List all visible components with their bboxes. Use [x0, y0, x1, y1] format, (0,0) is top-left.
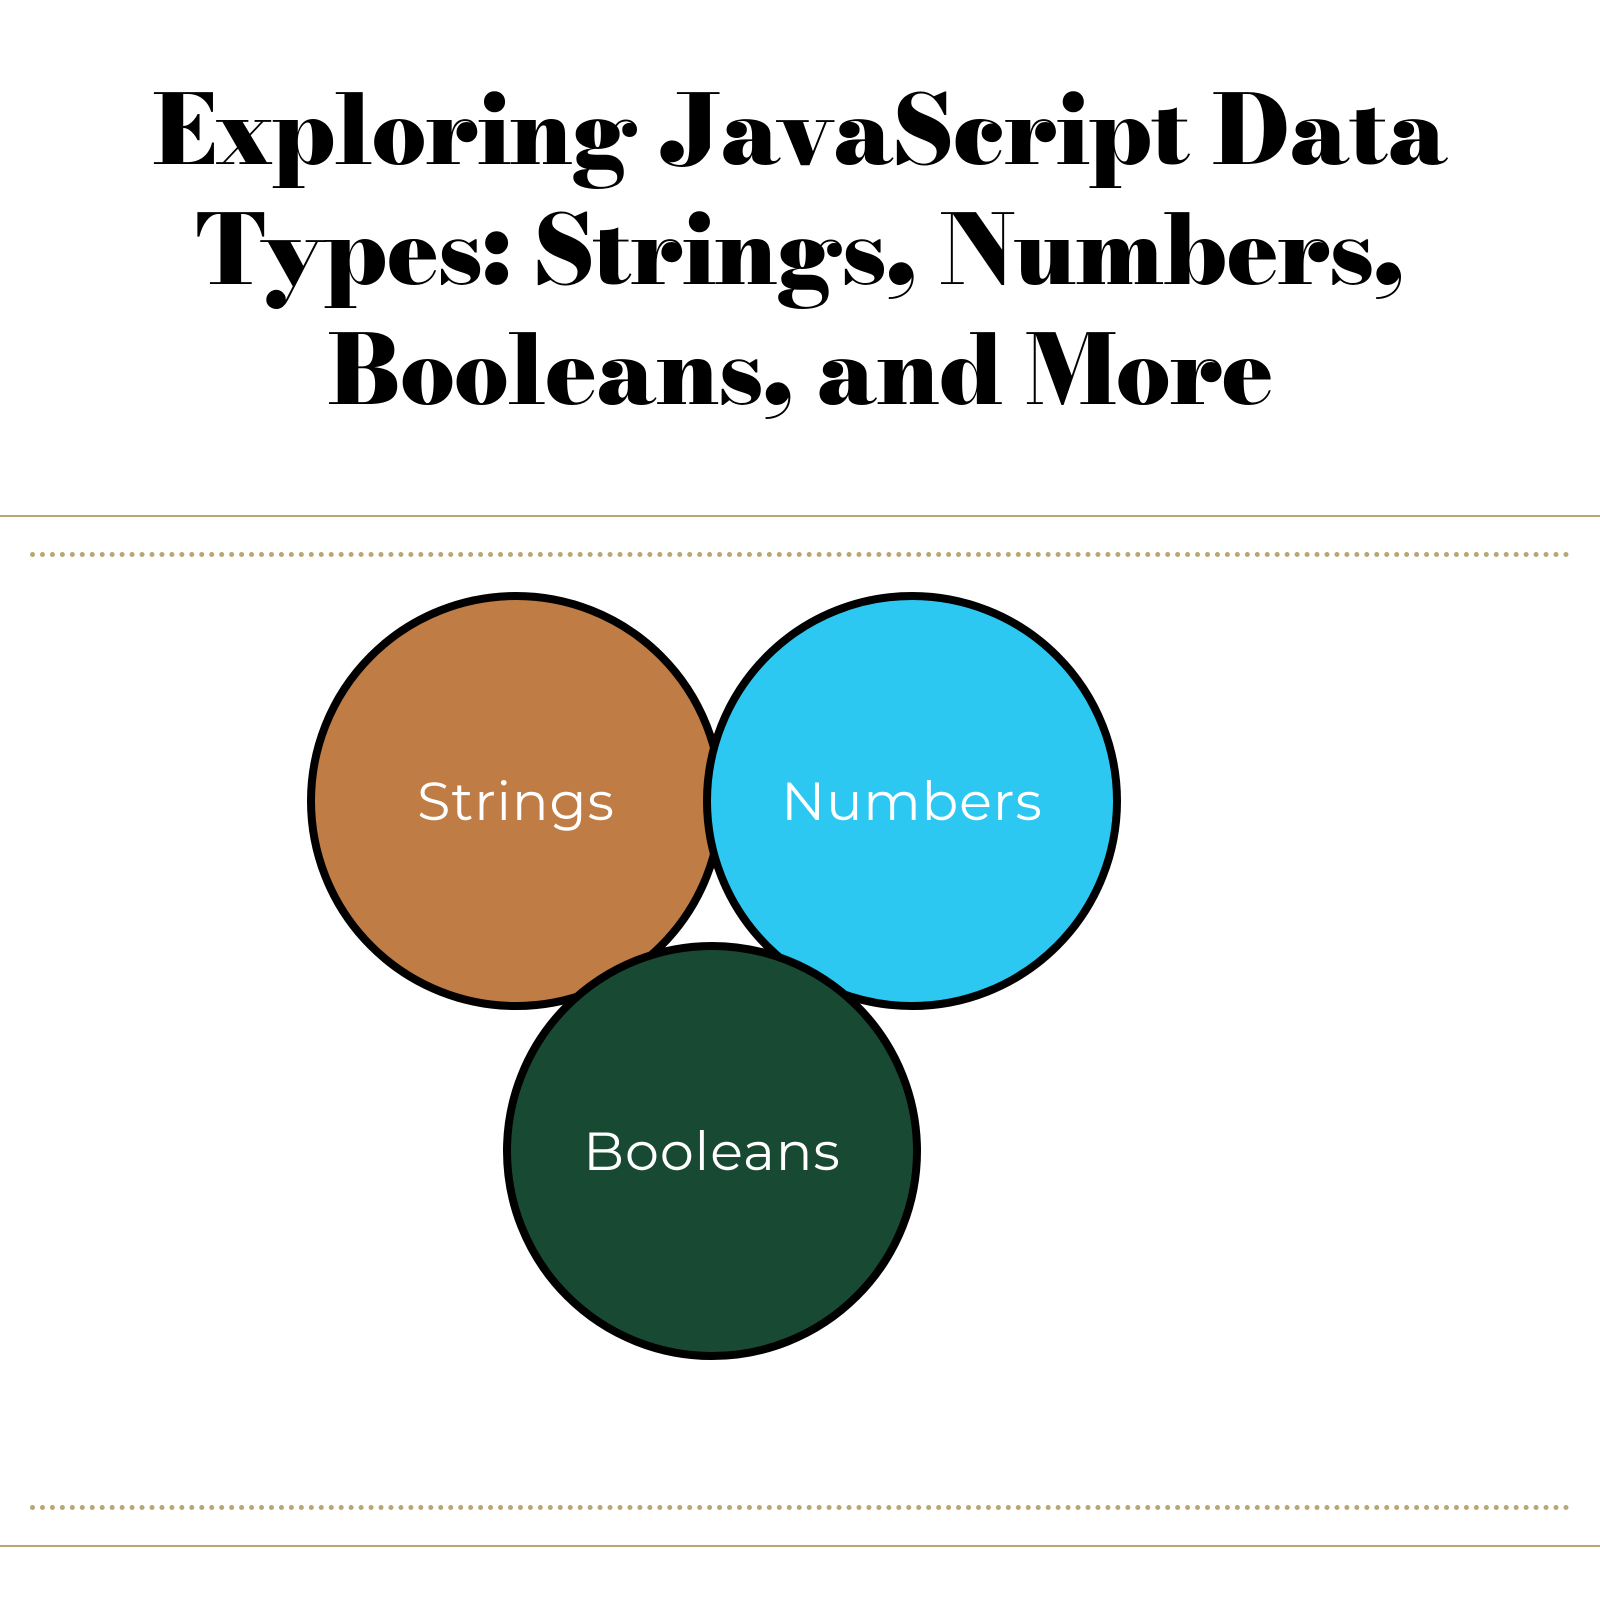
divider-line-bottom-dotted: [30, 1505, 1570, 1510]
venn-diagram: Strings Numbers Booleans: [0, 580, 1600, 1480]
divider-line-bottom-solid: [0, 1545, 1600, 1547]
circle-numbers-label: Numbers: [781, 768, 1043, 834]
circle-booleans: Booleans: [503, 942, 921, 1360]
divider-line-top-solid: [0, 515, 1600, 517]
page-title: Exploring JavaScript Data Types: Strings…: [0, 0, 1600, 480]
circle-numbers: Numbers: [703, 592, 1121, 1010]
divider-line-top-dotted: [30, 552, 1570, 557]
circle-booleans-label: Booleans: [583, 1118, 840, 1184]
circle-strings-label: Strings: [417, 768, 615, 834]
